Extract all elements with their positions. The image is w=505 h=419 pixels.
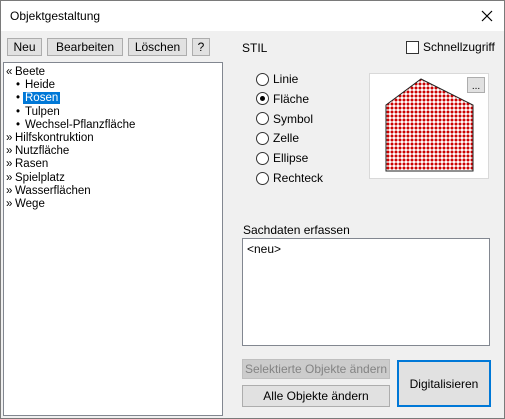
tree-item-label: Wege — [15, 198, 45, 210]
tree-child-item[interactable]: • Heide — [16, 79, 55, 92]
radio-circle[interactable] — [256, 72, 269, 86]
title-bar: Objektgestaltung — [1, 1, 504, 31]
expand-toggle-icon[interactable]: » — [6, 132, 15, 145]
close-icon — [481, 10, 493, 22]
tree-item-label: Rasen — [15, 158, 49, 171]
quick-access-label: Schnellzugriff — [423, 40, 495, 54]
radio-label: Fläche — [273, 91, 310, 106]
tree-item-label: Beete — [15, 66, 46, 78]
bullet-icon: • — [16, 118, 21, 131]
radio-circle[interactable] — [256, 92, 269, 106]
delete-button[interactable]: Löschen — [128, 38, 187, 56]
radio-circle[interactable] — [256, 131, 269, 145]
dialog-window: Objektgestaltung Neu Bearbeiten Löschen … — [0, 0, 505, 419]
radio-label: Rechteck — [273, 171, 324, 185]
tree-group-item[interactable]: » Wege — [6, 198, 45, 211]
radio-rechteck[interactable]: Rechteck — [256, 171, 323, 185]
expand-toggle-icon[interactable]: » — [6, 185, 15, 198]
tree-item-label: Nutzfläche — [15, 145, 70, 158]
more-options-button[interactable]: ... — [467, 77, 485, 93]
radio-fläche[interactable]: Fläche — [256, 92, 309, 106]
radio-ellipse[interactable]: Ellipse — [256, 151, 308, 165]
digitize-button[interactable]: Digitalisieren — [397, 360, 491, 407]
radio-label: Ellipse — [273, 151, 309, 166]
change-all-button[interactable]: Alle Objekte ändern — [242, 385, 390, 407]
radio-label: Zelle — [273, 131, 300, 146]
new-button[interactable]: Neu — [7, 38, 42, 56]
window-title: Objektgestaltung — [10, 9, 101, 23]
radio-symbol[interactable]: Symbol — [256, 112, 313, 126]
tree-group-item[interactable]: » Rasen — [6, 158, 48, 171]
style-pane: STIL Schnellzugriff Linie Fläche Symbol Zel… — [226, 32, 503, 417]
tree-group-item[interactable]: «Beete — [6, 66, 45, 79]
radio-circle[interactable] — [256, 171, 269, 185]
tree-item-label: Spielplatz — [15, 171, 65, 184]
radio-linie[interactable]: Linie — [256, 72, 298, 86]
radio-circle[interactable] — [256, 151, 269, 165]
tree-child-item[interactable]: • Rosen — [16, 92, 61, 105]
tree-item-label: Heide — [25, 79, 56, 92]
tree-item-label: Hilfskontruktion — [15, 132, 94, 144]
tree-group-item[interactable]: » Nutzfläche — [6, 145, 69, 158]
radio-circle[interactable] — [256, 112, 269, 126]
expand-toggle-icon[interactable]: « — [6, 66, 15, 79]
expand-toggle-icon[interactable]: » — [6, 172, 15, 185]
tree-item-label: Tulpen — [25, 105, 60, 118]
tree-group-item[interactable]: » Hilfskontruktion — [6, 132, 94, 145]
bullet-icon: • — [16, 105, 21, 118]
tree-group-item[interactable]: » Wasserflächen — [6, 185, 91, 198]
edit-button[interactable]: Bearbeiten — [47, 38, 123, 56]
help-button[interactable]: ? — [192, 38, 210, 56]
radio-zelle[interactable]: Zelle — [256, 131, 299, 145]
tree-item-label: Rosen — [23, 92, 61, 105]
stil-label: STIL — [242, 41, 268, 55]
close-button[interactable] — [470, 1, 504, 31]
sachdaten-label: Sachdaten erfassen — [243, 223, 350, 237]
quick-access-checkbox[interactable]: Schnellzugriff — [406, 40, 495, 54]
radio-label: Linie — [273, 72, 299, 86]
radio-selected-dot — [260, 96, 265, 102]
expand-toggle-icon[interactable]: » — [6, 198, 15, 211]
tree-group-item[interactable]: » Spielplatz — [6, 172, 65, 185]
tree-child-item[interactable]: • Wechsel-Pflanzfläche — [16, 119, 135, 132]
tree-item-label: Wasserflächen — [15, 184, 91, 197]
tree-item-label: Wechsel-Pflanzfläche — [25, 118, 136, 131]
bullet-icon: • — [16, 79, 21, 92]
checkbox-box[interactable] — [406, 40, 419, 54]
expand-toggle-icon[interactable]: » — [6, 158, 15, 171]
radio-label: Symbol — [273, 111, 314, 126]
sachdaten-textarea[interactable]: <neu> — [242, 238, 490, 346]
expand-toggle-icon[interactable]: » — [6, 145, 15, 158]
tree-child-item[interactable]: • Tulpen — [16, 106, 60, 119]
change-selected-button[interactable]: Selektierte Objekte ändern — [242, 359, 390, 379]
style-tree[interactable]: «Beete • Heide • Rosen • Tulpen • Wechsel-Pflanz… — [3, 62, 223, 416]
